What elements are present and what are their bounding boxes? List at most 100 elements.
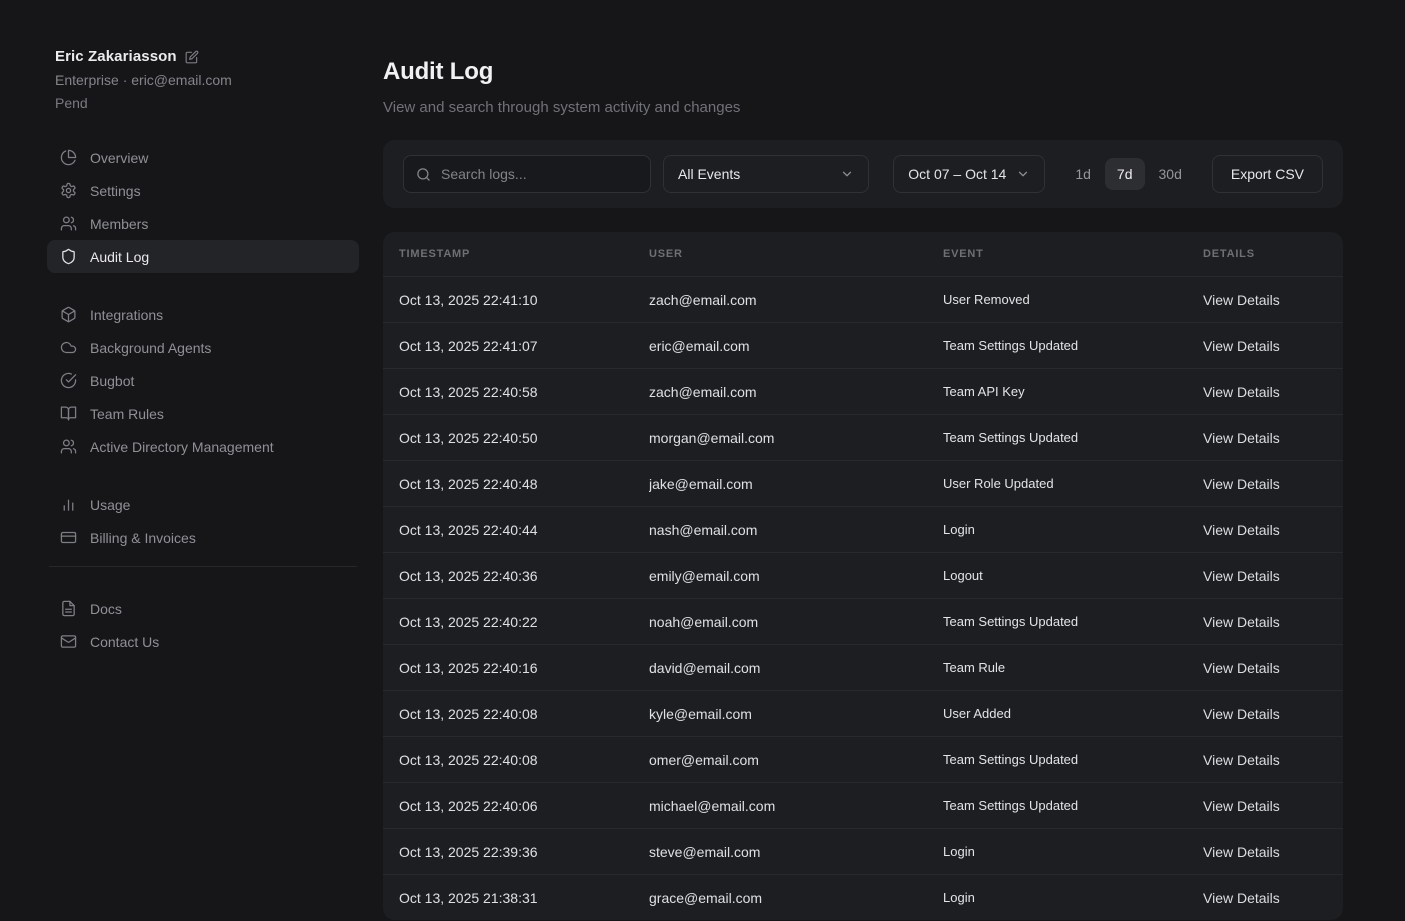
view-details-link[interactable]: View Details	[1203, 706, 1343, 722]
cell-user: grace@email.com	[649, 890, 943, 906]
date-range-picker[interactable]: Oct 07 – Oct 14	[893, 155, 1045, 193]
cell-user: michael@email.com	[649, 798, 943, 814]
sidebar-divider	[49, 566, 357, 567]
view-details-link[interactable]: View Details	[1203, 844, 1343, 860]
user-org: Pend	[55, 95, 359, 111]
table-row: Oct 13, 2025 22:41:10zach@email.comUser …	[383, 276, 1343, 322]
sidebar-item-label: Overview	[90, 150, 148, 166]
table-row: Oct 13, 2025 22:40:36emily@email.comLogo…	[383, 552, 1343, 598]
search-input[interactable]	[441, 166, 638, 182]
sidebar-item-background-agents[interactable]: Background Agents	[47, 331, 359, 364]
view-details-link[interactable]: View Details	[1203, 660, 1343, 676]
sidebar-section: Docs Contact Us	[47, 592, 359, 658]
cell-timestamp: Oct 13, 2025 22:40:08	[399, 706, 649, 722]
cell-user: kyle@email.com	[649, 706, 943, 722]
table-row: Oct 13, 2025 22:41:07eric@email.comTeam …	[383, 322, 1343, 368]
cell-timestamp: Oct 13, 2025 22:41:10	[399, 292, 649, 308]
view-details-link[interactable]: View Details	[1203, 614, 1343, 630]
view-details-link[interactable]: View Details	[1203, 890, 1343, 906]
sidebar-item-billing-invoices[interactable]: Billing & Invoices	[47, 521, 359, 554]
cell-user: zach@email.com	[649, 384, 943, 400]
cell-timestamp: Oct 13, 2025 22:41:07	[399, 338, 649, 354]
view-details-link[interactable]: View Details	[1203, 430, 1343, 446]
sidebar-item-team-rules[interactable]: Team Rules	[47, 397, 359, 430]
package-icon	[60, 306, 77, 323]
edit-icon[interactable]	[185, 50, 199, 64]
sidebar-item-contact-us[interactable]: Contact Us	[47, 625, 359, 658]
sidebar-item-label: Contact Us	[90, 634, 159, 650]
range-option-7d[interactable]: 7d	[1105, 158, 1145, 190]
sidebar-item-bugbot[interactable]: Bugbot	[47, 364, 359, 397]
cell-event: Team Settings Updated	[943, 614, 1203, 629]
view-details-link[interactable]: View Details	[1203, 292, 1343, 308]
view-details-link[interactable]: View Details	[1203, 798, 1343, 814]
column-header-user: USER	[649, 248, 943, 260]
cell-timestamp: Oct 13, 2025 21:38:31	[399, 890, 649, 906]
sidebar-item-active-directory-management[interactable]: Active Directory Management	[47, 430, 359, 463]
view-details-link[interactable]: View Details	[1203, 568, 1343, 584]
view-details-link[interactable]: View Details	[1203, 522, 1343, 538]
sidebar-item-label: Background Agents	[90, 340, 211, 356]
cell-user: morgan@email.com	[649, 430, 943, 446]
view-details-link[interactable]: View Details	[1203, 384, 1343, 400]
cell-event: Login	[943, 890, 1203, 905]
book-open-icon	[60, 405, 77, 422]
cell-event: User Role Updated	[943, 476, 1203, 491]
page-subtitle: View and search through system activity …	[383, 99, 1343, 116]
sidebar-item-label: Audit Log	[90, 249, 149, 265]
sidebar-section: Integrations Background Agents Bugbot Team …	[47, 298, 359, 463]
sidebar-item-label: Settings	[90, 183, 141, 199]
sidebar-item-label: Billing & Invoices	[90, 530, 196, 546]
event-filter-select[interactable]: All Events	[663, 155, 869, 193]
user-name: Eric Zakariasson	[55, 48, 177, 65]
sidebar-item-docs[interactable]: Docs	[47, 592, 359, 625]
sidebar-item-label: Integrations	[90, 307, 163, 323]
sidebar-item-members[interactable]: Members	[47, 207, 359, 240]
cell-timestamp: Oct 13, 2025 22:40:48	[399, 476, 649, 492]
sidebar-item-integrations[interactable]: Integrations	[47, 298, 359, 331]
cell-user: steve@email.com	[649, 844, 943, 860]
users-icon	[60, 215, 77, 232]
cell-user: david@email.com	[649, 660, 943, 676]
table-row: Oct 13, 2025 22:40:06michael@email.comTe…	[383, 782, 1343, 828]
cell-event: Team Settings Updated	[943, 430, 1203, 445]
table-row: Oct 13, 2025 22:40:50morgan@email.comTea…	[383, 414, 1343, 460]
sidebar-section: Overview Settings Members Audit Log	[47, 141, 359, 273]
table-row: Oct 13, 2025 22:40:48jake@email.comUser …	[383, 460, 1343, 506]
search-box[interactable]	[403, 155, 651, 193]
cloud-icon	[60, 339, 77, 356]
sidebar-item-usage[interactable]: Usage	[47, 488, 359, 521]
sidebar-item-settings[interactable]: Settings	[47, 174, 359, 207]
cell-user: eric@email.com	[649, 338, 943, 354]
event-filter-value: All Events	[678, 166, 740, 182]
user-block: Eric Zakariasson Enterprise · eric@email…	[47, 48, 359, 111]
sidebar-item-label: Team Rules	[90, 406, 164, 422]
range-option-1d[interactable]: 1d	[1065, 158, 1101, 190]
table-row: Oct 13, 2025 22:40:44nash@email.comLogin…	[383, 506, 1343, 552]
sidebar-item-overview[interactable]: Overview	[47, 141, 359, 174]
range-toggle-group: 1d7d30d	[1065, 158, 1192, 190]
sidebar-item-label: Docs	[90, 601, 122, 617]
view-details-link[interactable]: View Details	[1203, 476, 1343, 492]
bar-chart-icon	[60, 496, 77, 513]
shield-icon	[60, 248, 77, 265]
export-csv-button[interactable]: Export CSV	[1212, 155, 1323, 193]
check-circle-icon	[60, 372, 77, 389]
cell-event: User Removed	[943, 292, 1203, 307]
cell-user: jake@email.com	[649, 476, 943, 492]
cell-user: emily@email.com	[649, 568, 943, 584]
cell-timestamp: Oct 13, 2025 22:40:06	[399, 798, 649, 814]
cell-timestamp: Oct 13, 2025 22:39:36	[399, 844, 649, 860]
view-details-link[interactable]: View Details	[1203, 752, 1343, 768]
table-body: Oct 13, 2025 22:41:10 zach@email.com User …	[383, 276, 1343, 920]
sidebar-item-audit-log[interactable]: Audit Log	[47, 240, 359, 273]
cell-timestamp: Oct 13, 2025 22:40:36	[399, 568, 649, 584]
view-details-link[interactable]: View Details	[1203, 338, 1343, 354]
table-row: Oct 13, 2025 22:40:16david@email.comTeam…	[383, 644, 1343, 690]
column-header-details: DETAILS	[1203, 248, 1343, 260]
range-option-30d[interactable]: 30d	[1149, 158, 1192, 190]
sidebar-item-label: Bugbot	[90, 373, 134, 389]
column-header-timestamp: TIMESTAMP	[399, 248, 649, 260]
audit-log-table: TIMESTAMP USER EVENT DETAILS Oct 13, 202…	[383, 232, 1343, 920]
cell-event: Team Rule	[943, 660, 1203, 675]
